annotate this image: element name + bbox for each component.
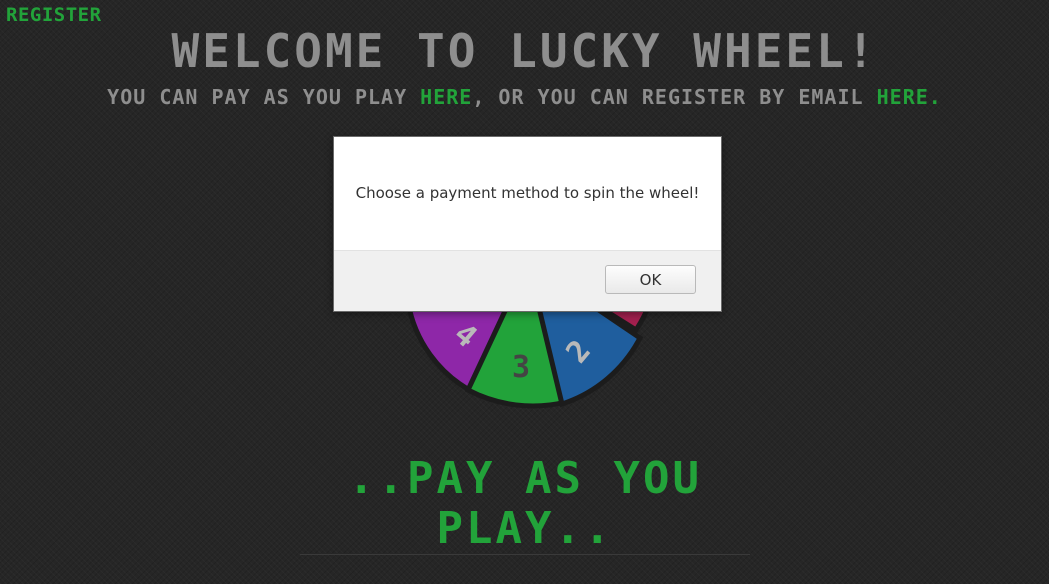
alert-dialog: Choose a payment method to spin the whee… bbox=[333, 136, 722, 312]
ok-button[interactable]: OK bbox=[605, 265, 696, 294]
register-email-link[interactable]: HERE. bbox=[877, 85, 942, 109]
subtitle-text-1: YOU CAN PAY AS YOU PLAY bbox=[107, 85, 421, 109]
page-title: WELCOME TO LUCKY WHEEL! bbox=[171, 24, 878, 78]
subtitle: YOU CAN PAY AS YOU PLAY HERE, OR YOU CAN… bbox=[0, 85, 1049, 109]
pay-as-you-play-link[interactable]: HERE bbox=[420, 85, 472, 109]
subtitle-text-2: , OR YOU CAN REGiSTER BY EMAiL bbox=[472, 85, 877, 109]
wheel-label-3: 3 bbox=[512, 350, 530, 385]
register-link[interactable]: REGiSTER bbox=[6, 4, 102, 26]
dialog-message: Choose a payment method to spin the whee… bbox=[355, 184, 700, 202]
dialog-footer: OK bbox=[334, 250, 721, 311]
pay-as-you-play-button[interactable]: ..PAY AS YOU PLAY.. bbox=[300, 454, 750, 555]
